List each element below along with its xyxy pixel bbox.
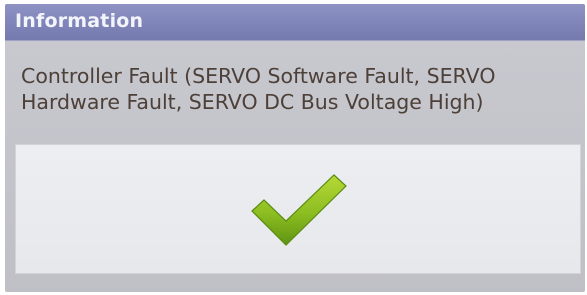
dialog-title: Information [15,10,144,32]
screen: Information Controller Fault (SERVO Soft… [0,0,587,295]
dialog-titlebar: Information [5,4,585,41]
message-line-1: Controller Fault (SERVO Software Fault, … [21,64,496,88]
acknowledge-panel[interactable] [15,144,581,274]
information-dialog: Information Controller Fault (SERVO Soft… [5,4,585,292]
message-line-2: Hardware Fault, SERVO DC Bus Voltage Hig… [21,90,484,114]
checkmark-icon [251,174,347,246]
dialog-message: Controller Fault (SERVO Software Fault, … [21,63,581,115]
